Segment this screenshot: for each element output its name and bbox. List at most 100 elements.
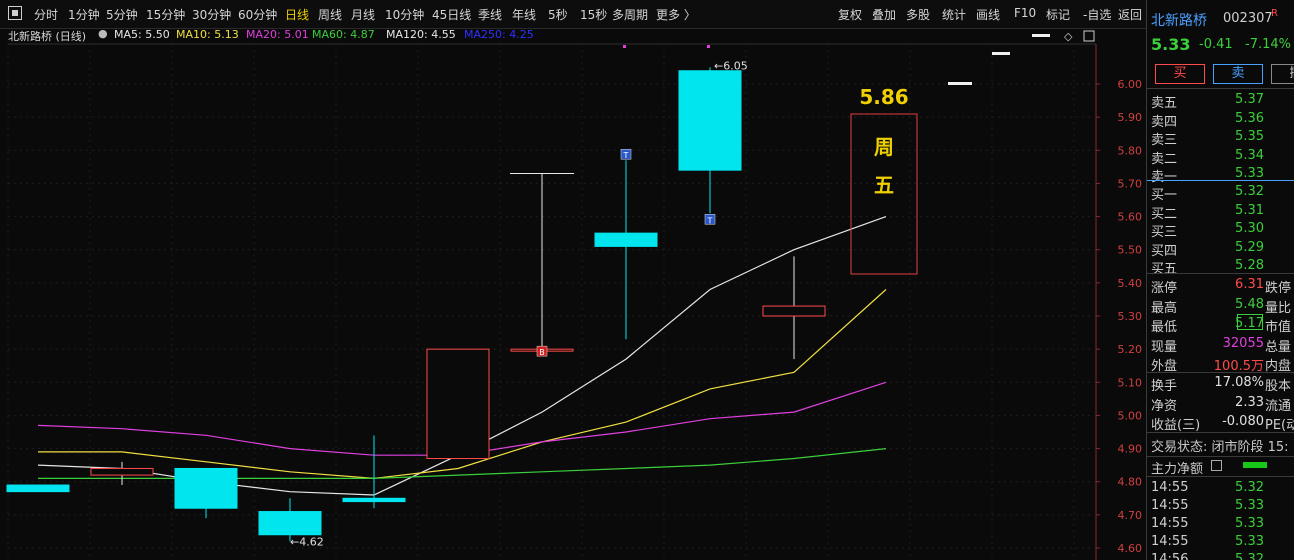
candle xyxy=(174,467,238,519)
period-tab[interactable]: 5分钟 xyxy=(106,6,138,23)
tick-row-label: 14:55 xyxy=(1151,534,1189,549)
toolbar-button[interactable]: 统计 xyxy=(942,6,966,23)
friday-box-text: 周 xyxy=(874,135,894,159)
candle-body xyxy=(258,511,322,536)
period-tab[interactable]: 60分钟 xyxy=(238,6,277,23)
candle-body xyxy=(342,497,406,503)
ask-row-value: 5.34 xyxy=(1235,147,1264,163)
price-note: 5.86 xyxy=(859,85,908,109)
bid-row-value: 5.28 xyxy=(1235,258,1264,273)
tick-row-value: 5.33 xyxy=(1235,534,1264,549)
stat2-row-value: 2.33 xyxy=(1235,394,1264,410)
flag-badge: R xyxy=(1271,8,1278,19)
candle-body xyxy=(174,467,238,509)
toolbar-button[interactable]: -自选 xyxy=(1083,6,1111,23)
y-tick-label: 4.70 xyxy=(1118,509,1143,522)
period-tab[interactable]: 15分钟 xyxy=(146,6,185,23)
y-tick-label: 5.30 xyxy=(1118,310,1143,323)
stat-right-label: 市值 xyxy=(1265,320,1292,335)
toolbar-button[interactable]: 多股 xyxy=(906,6,930,23)
period-tab[interactable]: 1分钟 xyxy=(68,6,100,23)
tick-row-value: 5.32 xyxy=(1235,480,1264,495)
stat2-row-value: -0.080 xyxy=(1222,414,1264,429)
tick-row-label: 14:55 xyxy=(1151,516,1189,531)
stat-right-label: 总量 xyxy=(1265,339,1292,355)
toolbar-button[interactable]: 标记 xyxy=(1046,6,1070,23)
candle xyxy=(678,67,742,214)
y-tick-label: 4.60 xyxy=(1118,542,1143,555)
stat-row-value: 6.31 xyxy=(1235,277,1264,292)
ask-row-label: 卖四 xyxy=(1151,114,1178,130)
stat-row-label: 最低 xyxy=(1151,320,1178,335)
tick-row-label: 14:56 xyxy=(1151,552,1189,560)
period-tab[interactable]: 更多 〉 xyxy=(656,6,696,23)
period-tab[interactable]: 分时 xyxy=(34,6,58,23)
stat-row-value: 32055 xyxy=(1222,335,1264,351)
y-tick-label: 5.00 xyxy=(1118,409,1143,422)
candle-body xyxy=(90,467,154,476)
period-tab[interactable]: 30分钟 xyxy=(192,6,231,23)
stat-row-value: 5.48 xyxy=(1235,296,1264,312)
period-tab[interactable]: 月线 xyxy=(351,6,375,23)
low-value-box xyxy=(1237,314,1263,330)
stat-right-label: 跌停 xyxy=(1265,281,1292,296)
stat2-row-value: 17.08% xyxy=(1214,375,1264,390)
low-label: ←4.62 xyxy=(290,535,324,548)
period-tab[interactable]: 多周期 xyxy=(612,6,648,23)
toolbar-button[interactable]: F10 xyxy=(1014,6,1036,20)
sell-button[interactable]: 卖 xyxy=(1213,64,1263,84)
signal-marker-label: T xyxy=(623,151,629,160)
toolbar-button[interactable]: 画线 xyxy=(976,6,1000,23)
y-tick-label: 6.00 xyxy=(1118,78,1143,91)
quote-panel: 北新路桥 002307 R 5.33 -0.41 -7.14% 买 卖 撤 卖五… xyxy=(1146,0,1294,560)
bid-row-value: 5.29 xyxy=(1235,239,1264,255)
toolbar-button[interactable]: 返回 xyxy=(1118,6,1142,23)
period-tab[interactable]: 季线 xyxy=(478,6,502,23)
candle xyxy=(342,435,406,509)
period-tab[interactable]: 15秒 xyxy=(580,6,607,23)
period-tab[interactable]: 周线 xyxy=(318,6,342,23)
period-tab[interactable]: 日线 xyxy=(285,6,309,23)
candle xyxy=(762,256,826,360)
toolbar-bar-icon xyxy=(1032,34,1050,37)
y-tick-label: 4.80 xyxy=(1118,476,1143,489)
toolbar-button[interactable]: 复权 xyxy=(838,6,862,23)
stat-row-label: 现量 xyxy=(1151,339,1178,355)
ask-row-label: 卖三 xyxy=(1151,133,1178,148)
stat2-row-label: 收益(三) xyxy=(1151,418,1201,433)
bid-row-value: 5.31 xyxy=(1235,202,1264,218)
period-tab[interactable]: 10分钟 xyxy=(385,6,424,23)
marker-dot xyxy=(623,45,626,48)
tick-row-value: 5.33 xyxy=(1235,516,1264,531)
period-toolbar: 分时 1分钟 5分钟 15分钟 30分钟 60分钟 日线 周线 月线 10分钟 45日线 季线 年线 5秒… xyxy=(0,0,1146,29)
candle xyxy=(510,173,574,352)
ask-row-label: 卖五 xyxy=(1151,96,1178,111)
last-price: 5.33 xyxy=(1151,35,1191,54)
toolbar-button[interactable]: 叠加 xyxy=(872,6,896,23)
period-tab[interactable]: 45日线 xyxy=(432,6,471,23)
stat2-right-label: 流通 xyxy=(1265,398,1292,414)
bid-row-label: 买四 xyxy=(1151,243,1178,259)
candle-body xyxy=(678,70,742,171)
candle-body xyxy=(594,232,658,247)
period-tab[interactable]: 5秒 xyxy=(548,6,568,23)
ask-row-label: 卖一 xyxy=(1151,170,1178,185)
tick-row-label: 14:55 xyxy=(1151,498,1189,513)
stat2-right-label: PE(动 xyxy=(1265,418,1294,433)
cancel-order-button[interactable]: 撤 xyxy=(1271,64,1294,84)
list-icon[interactable] xyxy=(1211,460,1222,471)
bid-row-label: 买五 xyxy=(1151,262,1178,277)
friday-box-text: 五 xyxy=(874,173,894,197)
candle xyxy=(426,348,490,460)
period-tab[interactable]: 年线 xyxy=(512,6,536,23)
buy-button[interactable]: 买 xyxy=(1155,64,1205,84)
stat2-row-label: 换手 xyxy=(1151,379,1178,394)
stat2-right-label: 股本 xyxy=(1265,379,1292,394)
net-flow-bar xyxy=(1243,462,1267,468)
trade-status: 交易状态: 闭市阶段 15: xyxy=(1151,440,1289,455)
y-tick-label: 5.20 xyxy=(1118,343,1143,356)
stat-row-label: 涨停 xyxy=(1151,281,1178,296)
y-tick-label: 5.80 xyxy=(1118,144,1143,157)
ask-row-label: 卖二 xyxy=(1151,151,1178,167)
menu-icon[interactable] xyxy=(8,6,22,20)
